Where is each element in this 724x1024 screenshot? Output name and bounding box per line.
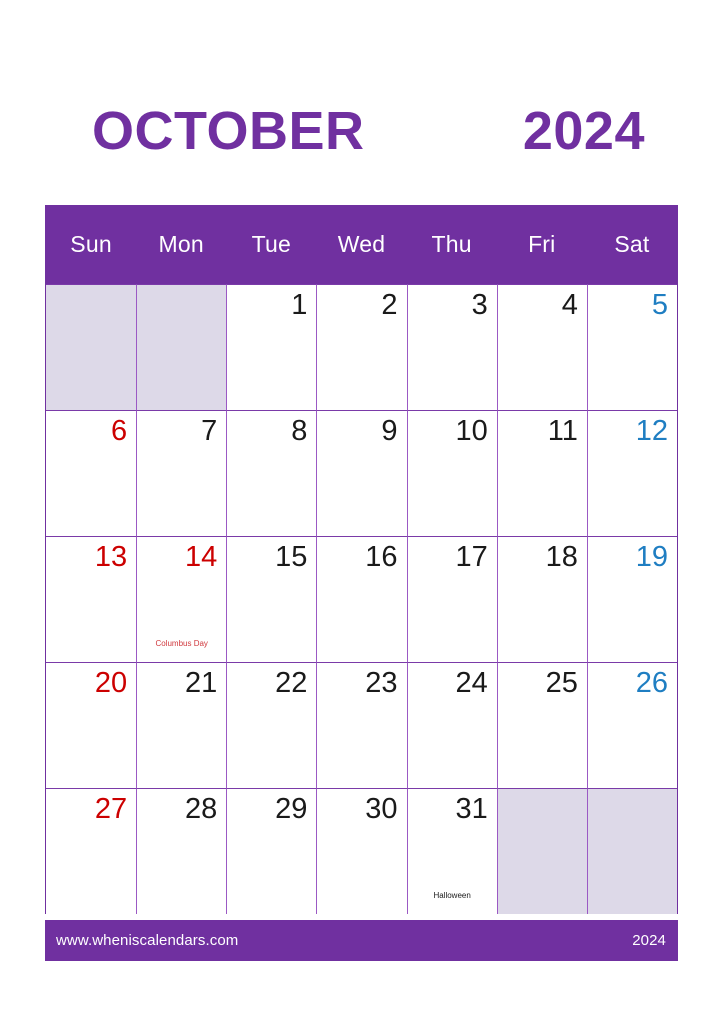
day-number: 31 — [455, 793, 488, 825]
week-row: 6 7 8 9 10 11 12 — [46, 410, 677, 536]
calendar-title: OCTOBER 2024 — [45, 95, 678, 167]
day-number: 25 — [545, 667, 578, 699]
day-number: 6 — [111, 415, 128, 447]
day-cell-30[interactable]: 30 — [316, 788, 407, 914]
day-cell-2[interactable]: 2 — [316, 284, 407, 410]
day-cell-4[interactable]: 4 — [496, 284, 587, 410]
day-number: 13 — [94, 541, 128, 573]
day-cell-24[interactable]: 24 — [406, 662, 497, 788]
day-cell-27[interactable]: 27 — [46, 788, 137, 914]
calendar-weeks: 1 2 3 4 5 6 7 8 9 10 11 12 13 14 Columbus Day 15 16 17 18 1… — [46, 284, 677, 914]
day-cell-6[interactable]: 6 — [46, 410, 137, 536]
page-title-year: 2024 — [522, 101, 645, 161]
page-title-month: OCTOBER — [92, 101, 365, 161]
day-number: 19 — [635, 541, 668, 573]
calendar-footer: www.wheniscalendars.com 2024 — [45, 920, 678, 961]
weekday-header-fri: Fri — [528, 231, 556, 257]
footer-website[interactable]: www.wheniscalendars.com — [56, 932, 238, 949]
day-cell-18[interactable]: 18 — [496, 536, 587, 662]
week-row: 13 14 Columbus Day 15 16 17 18 19 — [46, 536, 677, 662]
day-cell-22[interactable]: 22 — [226, 662, 317, 788]
weekday-header-wed: Wed — [337, 231, 386, 257]
day-cell-3[interactable]: 3 — [406, 284, 497, 410]
weekday-header-row: Sun Mon Tue Wed Thu Fri Sat — [46, 205, 677, 284]
day-number: 28 — [185, 793, 218, 825]
event-label: Halloween — [433, 891, 471, 901]
week-row: 20 21 22 23 24 25 26 — [46, 662, 677, 788]
day-cell-31[interactable]: 31 Halloween — [406, 788, 497, 914]
day-cell-7[interactable]: 7 — [136, 410, 227, 536]
day-number: 1 — [291, 289, 308, 321]
day-cell-26[interactable]: 26 — [586, 662, 677, 788]
week-row: 1 2 3 4 5 — [46, 284, 677, 410]
day-cell-11[interactable]: 11 — [496, 410, 587, 536]
day-cell-empty — [496, 788, 587, 914]
day-number: 30 — [365, 793, 398, 825]
day-number: 16 — [365, 541, 398, 573]
day-number: 17 — [455, 541, 488, 573]
day-number: 20 — [94, 667, 128, 699]
day-number: 21 — [185, 667, 218, 699]
day-cell-21[interactable]: 21 — [136, 662, 227, 788]
day-number: 29 — [275, 793, 308, 825]
day-cell-empty — [46, 284, 137, 410]
day-number: 11 — [547, 415, 578, 447]
day-number: 10 — [455, 415, 488, 447]
day-number: 8 — [291, 415, 308, 447]
day-number: 27 — [94, 793, 128, 825]
day-cell-16[interactable]: 16 — [316, 536, 407, 662]
day-cell-28[interactable]: 28 — [136, 788, 227, 914]
weekday-header-sun: Sun — [70, 231, 112, 257]
day-number: 9 — [381, 415, 398, 447]
day-cell-23[interactable]: 23 — [316, 662, 407, 788]
day-number: 22 — [275, 667, 308, 699]
day-cell-29[interactable]: 29 — [226, 788, 317, 914]
day-number: 12 — [635, 415, 668, 447]
day-number: 5 — [651, 289, 668, 321]
day-cell-17[interactable]: 17 — [406, 536, 497, 662]
day-number: 14 — [185, 541, 218, 573]
day-number: 24 — [455, 667, 488, 699]
day-cell-empty — [136, 284, 227, 410]
day-number: 23 — [365, 667, 398, 699]
day-number: 2 — [381, 289, 398, 321]
day-number: 7 — [201, 415, 218, 447]
day-cell-8[interactable]: 8 — [226, 410, 317, 536]
day-cell-14[interactable]: 14 Columbus Day — [136, 536, 227, 662]
week-row: 27 28 29 30 31 Halloween — [46, 788, 677, 914]
day-cell-9[interactable]: 9 — [316, 410, 407, 536]
footer-year: 2024 — [632, 932, 666, 949]
day-cell-10[interactable]: 10 — [406, 410, 497, 536]
day-cell-5[interactable]: 5 — [586, 284, 677, 410]
day-cell-20[interactable]: 20 — [46, 662, 137, 788]
day-number: 18 — [545, 541, 578, 573]
day-cell-12[interactable]: 12 — [586, 410, 677, 536]
weekday-header-thu: Thu — [431, 231, 472, 257]
day-cell-13[interactable]: 13 — [46, 536, 137, 662]
day-number: 15 — [275, 541, 308, 573]
calendar-page: OCTOBER 2024 Sun Mon Tue Wed Thu Fri Sat 12345… — [0, 0, 724, 1024]
day-cell-19[interactable]: 19 — [586, 536, 677, 662]
day-number: 26 — [635, 667, 668, 699]
day-number: 4 — [561, 289, 578, 321]
day-cell-empty — [586, 788, 677, 914]
day-cell-15[interactable]: 15 — [226, 536, 317, 662]
day-cell-25[interactable]: 25 — [496, 662, 587, 788]
weekday-header-tue: Tue — [251, 231, 292, 257]
day-cell-1[interactable]: 1 — [226, 284, 317, 410]
calendar-grid: Sun Mon Tue Wed Thu Fri Sat 1 2 3 4 5 6 7 8 9 10 11 12 13 1… — [45, 205, 678, 914]
day-number: 3 — [471, 289, 488, 321]
weekday-header-sat: Sat — [614, 231, 650, 257]
weekday-header-mon: Mon — [158, 231, 204, 257]
event-label: Columbus Day — [155, 639, 208, 649]
